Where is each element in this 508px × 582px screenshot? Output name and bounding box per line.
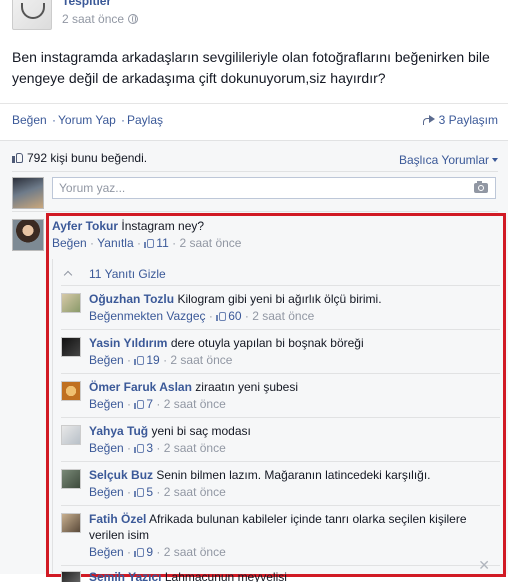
divider [61, 285, 500, 286]
thumbs-up-icon [134, 547, 145, 557]
divider [12, 171, 498, 172]
reply-timestamp[interactable]: 2 saat önce [252, 309, 314, 323]
reply-timestamp[interactable]: 2 saat önce [164, 485, 226, 499]
post-header: Tespitler 2 saat önce [0, 0, 508, 36]
reply-timestamp[interactable]: 2 saat önce [170, 353, 232, 367]
divider [61, 565, 500, 566]
post-action-bar: Beğen · Yorum Yap · Paylaş 3 Paylaşım [0, 103, 508, 135]
avatar[interactable] [61, 337, 81, 357]
divider [12, 211, 498, 212]
page-avatar[interactable] [12, 0, 52, 30]
thumbs-up-icon [144, 238, 155, 248]
divider [61, 329, 500, 330]
avatar[interactable] [61, 469, 81, 489]
comment-meta: Beğen · Yanıtla · 11 · 2 saat önce [52, 236, 242, 250]
reply-text: Kilogram gibi yeni bi ağırlık ölçü birim… [177, 292, 382, 306]
comment-timestamp[interactable]: 2 saat önce [179, 236, 241, 250]
reply-text: dere otuyla yapılan bi boşnak böreği [170, 336, 364, 350]
divider [61, 373, 500, 374]
feedback-section: 792 kişi bunu beğendi. Başlıca Yorumlar … [0, 140, 508, 582]
avatar[interactable] [61, 381, 81, 401]
reply-like-button[interactable]: Beğen [89, 545, 124, 559]
reply-like-button[interactable]: Beğen [89, 353, 124, 367]
reply-text: yeni bi saç modası [151, 424, 251, 438]
replies-thread: 11 Yanıtı Gizle Oğuzhan Tozlu Kilogram g… [52, 259, 500, 582]
separator-dot: · [52, 113, 56, 127]
comment-text: İnstagram ney? [121, 219, 205, 233]
reply-author[interactable]: Semih Yazıcı [89, 570, 162, 582]
share-count[interactable]: 3 Paylaşım [422, 113, 498, 127]
comment-like-count[interactable]: 11 [144, 236, 169, 250]
thumbs-up-icon [134, 443, 145, 453]
hide-replies-toggle[interactable]: 11 Yanıtı Gizle [63, 267, 166, 281]
page-name[interactable]: Tespitler [62, 0, 111, 8]
reply-like-button[interactable]: Beğen [89, 441, 124, 455]
comment: Ayfer Tokur İnstagram ney? Beğen · Yanıt… [52, 219, 492, 250]
comment-reply-button[interactable]: Yanıtla [97, 236, 133, 250]
comment-button[interactable]: Yorum Yap [58, 113, 116, 127]
reply-text: Lahmacunun meyvelisi [164, 570, 287, 582]
reply-like-count[interactable]: 19 [134, 353, 160, 367]
reply-text: Afrikada bulunan kabileler içinde tanrı … [89, 512, 467, 542]
post-timestamp[interactable]: 2 saat önce [62, 12, 139, 26]
divider [61, 505, 500, 506]
reply-author[interactable]: Oğuzhan Tozlu [89, 292, 174, 306]
reply-author[interactable]: Ömer Faruk Aslan [89, 380, 192, 394]
thumbs-up-icon [12, 152, 23, 163]
reply-like-count[interactable]: 5 [134, 485, 153, 499]
reply-text: ziraatın yeni şubesi [195, 380, 299, 394]
unlike-button[interactable]: Beğenmekten Vazgeç [89, 309, 206, 323]
reply-author[interactable]: Fatih Özel [89, 512, 146, 526]
reply-text: Senin bilmen lazım. Mağaranın latincedek… [156, 468, 431, 482]
like-button[interactable]: Beğen [12, 113, 47, 127]
comment-sort-dropdown[interactable]: Başlıca Yorumlar [399, 153, 498, 167]
chevron-down-icon [492, 158, 498, 162]
reply-timestamp[interactable]: 2 saat önce [164, 545, 226, 559]
reply-like-count[interactable]: 60 [216, 309, 242, 323]
reply-author[interactable]: Yasin Yıldırım [89, 336, 167, 350]
avatar[interactable] [61, 513, 81, 533]
share-button[interactable]: Paylaş [127, 113, 163, 127]
reply-author[interactable]: Yahya Tuğ [89, 424, 148, 438]
divider [61, 461, 500, 462]
share-icon [422, 115, 435, 125]
avatar[interactable] [61, 425, 81, 445]
separator-dot: · [121, 113, 125, 127]
reply-like-count[interactable]: 9 [134, 545, 153, 559]
divider [61, 417, 500, 418]
avatar[interactable] [12, 219, 44, 251]
thumbs-up-icon [134, 355, 145, 365]
current-user-avatar [12, 177, 44, 209]
reply-timestamp[interactable]: 2 saat önce [164, 441, 226, 455]
chevron-up-icon [63, 270, 73, 280]
comment-like-button[interactable]: Beğen [52, 236, 87, 250]
avatar[interactable] [61, 293, 81, 313]
thumbs-up-icon [216, 311, 227, 321]
reply-like-count[interactable]: 3 [134, 441, 153, 455]
globe-icon [128, 14, 139, 24]
reply-like-button[interactable]: Beğen [89, 485, 124, 499]
reply-timestamp[interactable]: 2 saat önce [164, 397, 226, 411]
post-text: Ben instagramda arkadaşların sevgilileri… [12, 49, 490, 86]
reply-author[interactable]: Selçuk Buz [89, 468, 153, 482]
camera-icon[interactable] [474, 181, 488, 193]
comment-input[interactable]: Yorum yaz... [52, 177, 496, 199]
comment-author[interactable]: Ayfer Tokur [52, 219, 118, 233]
reply-like-button[interactable]: Beğen [89, 397, 124, 411]
thumbs-up-icon [134, 487, 145, 497]
reply-like-count[interactable]: 7 [134, 397, 153, 411]
thumbs-up-icon [134, 399, 145, 409]
avatar[interactable] [61, 571, 81, 582]
likes-summary[interactable]: 792 kişi bunu beğendi. [12, 151, 147, 165]
